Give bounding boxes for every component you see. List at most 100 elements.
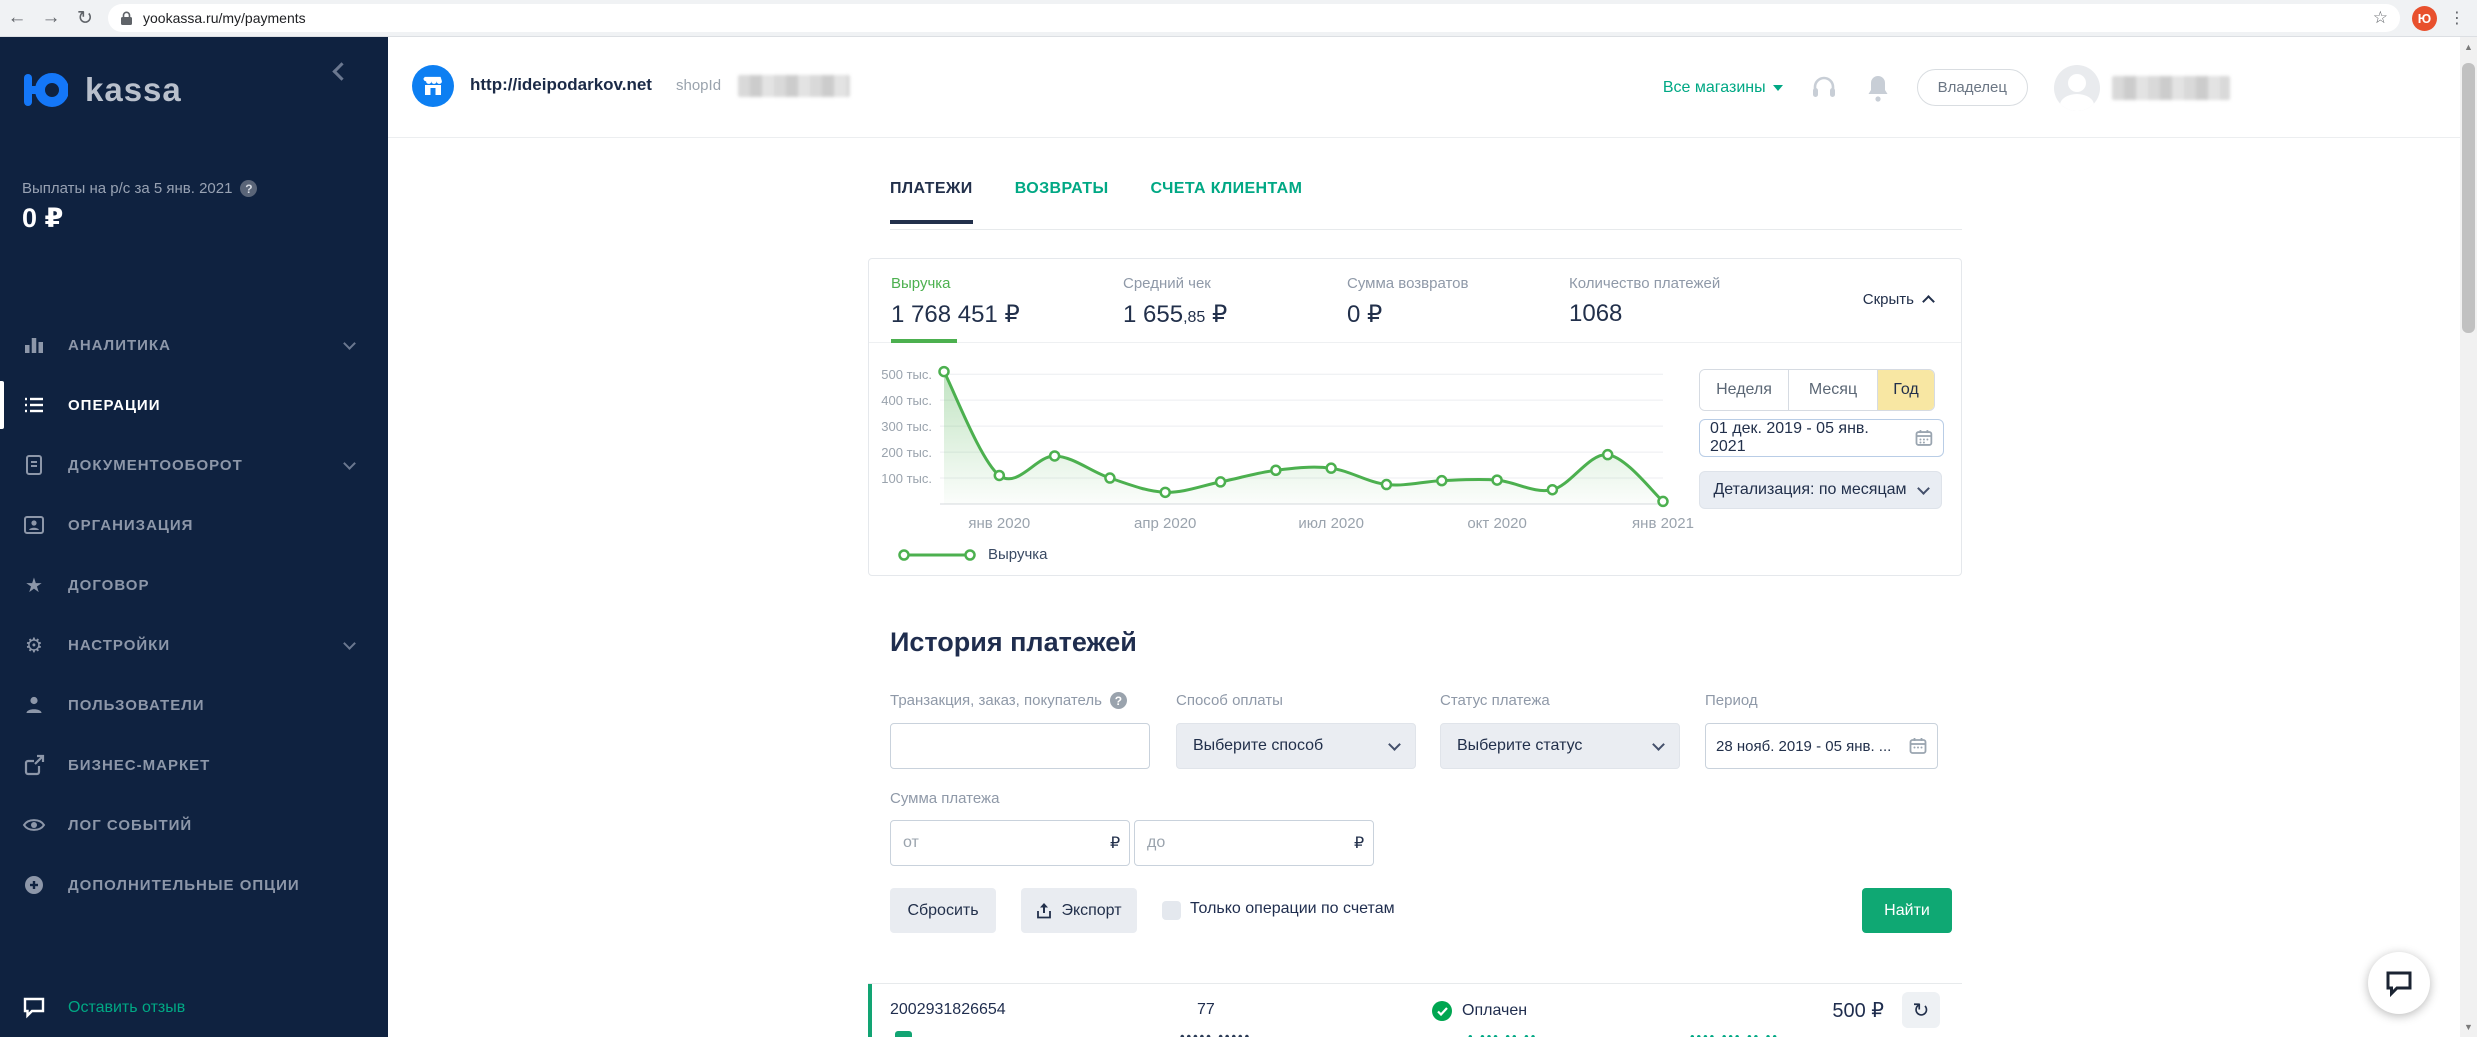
scroll-down-icon[interactable]: ▼ [2460,1022,2477,1032]
role-badge: Владелец [1916,69,2028,106]
caret-down-icon [1772,84,1783,91]
tab-payments[interactable]: ПЛАТЕЖИ [890,180,973,224]
search-input[interactable] [890,723,1150,769]
star-icon: ★ [25,574,43,597]
search-filter-label: Транзакция, заказ, покупатель ? [890,692,1127,709]
chevron-down-icon [1916,481,1930,495]
support-headset-icon[interactable] [1809,73,1839,103]
scrollbar-thumb[interactable] [2462,63,2475,333]
browser-profile-avatar[interactable]: Ю [2412,5,2437,31]
scroll-up-icon[interactable]: ▲ [2460,42,2477,52]
sidebar-item-operations[interactable]: ОПЕРАЦИИ [0,375,388,435]
hide-stats-link[interactable]: Скрыть [1863,291,1935,308]
lock-icon [121,11,132,25]
tabs-divider [890,229,1962,230]
svg-text:июл 2020: июл 2020 [1298,515,1364,532]
shop-id-label: shopId [676,77,722,94]
amount-from-box: ₽ [890,820,1130,866]
all-shops-dropdown[interactable]: Все магазины [1663,79,1783,97]
notifications-bell-icon[interactable] [1865,73,1891,103]
document-icon [26,455,42,475]
invoices-only-checkbox[interactable] [1162,901,1181,920]
gear-icon: ⚙ [25,634,43,657]
sidebar-item-market[interactable]: БИЗНЕС-МАРКЕТ [0,735,388,795]
period-input[interactable]: 28 нояб. 2019 - 05 янв. ... [1705,723,1938,769]
export-button[interactable]: Экспорт [1021,888,1137,933]
masked-id: ••••• ••••• [1180,1029,1252,1037]
status-select[interactable]: Выберите статус [1440,723,1680,769]
chat-bubble-icon [2386,971,2412,997]
sidebar-item-settings[interactable]: ⚙ НАСТРОЙКИ [0,615,388,675]
amount-to-input[interactable] [1147,834,1354,852]
storefront-icon [423,76,442,95]
tab-refunds[interactable]: ВОЗВРАТЫ [1015,180,1109,224]
svg-text:200 тыс.: 200 тыс. [881,445,932,460]
sidebar-item-users[interactable]: ПОЛЬЗОВАТЕЛИ [0,675,388,735]
export-icon [1037,902,1052,918]
payment-row-partial[interactable]: ••••• ••••• • ••• •• •• •••• ••• •• •• [868,1029,1962,1037]
history-title: История платежей [890,627,1137,657]
payment-method-icon [895,1031,912,1037]
yookassa-dashboard: ← → ↻ yookassa.ru/my/payments ☆ Ю ⋮ kass… [0,0,2477,1037]
sidebar-item-organization[interactable]: ОРГАНИЗАЦИЯ [0,495,388,555]
browser-toolbar: ← → ↻ yookassa.ru/my/payments ☆ Ю ⋮ [0,0,2477,37]
sidebar-item-eventlog[interactable]: ЛОГ СОБЫТИЙ [0,795,388,855]
user-avatar[interactable] [2054,64,2100,111]
sidebar-item-options[interactable]: ДОПОЛНИТЕЛЬНЫЕ ОПЦИИ [0,855,388,915]
user-name-censored [2112,75,2230,100]
week-button[interactable]: Неделя [1700,370,1789,410]
external-link-icon [24,754,45,776]
method-filter-label: Способ оплаты [1176,692,1283,709]
legend-line-icon [898,548,976,561]
address-bar[interactable]: yookassa.ru/my/payments ☆ [108,4,2400,32]
help-icon[interactable]: ? [1109,692,1127,709]
svg-text:янв 2021: янв 2021 [1632,515,1694,532]
sidebar-nav: АНАЛИТИКА ОПЕРАЦИИ ДОКУМЕНТООБОРОТ ОРГАН… [0,315,388,915]
shop-id-censored [738,75,850,97]
chat-widget-button[interactable] [2368,952,2430,1014]
stat-refunds: Сумма возвратов 0 ₽ [1347,275,1469,328]
list-icon [25,397,43,413]
stats-row: Выручка 1 768 451 ₽ Средний чек 1 655,85… [869,259,1961,343]
amount-from-input[interactable] [903,834,1110,852]
stat-revenue: Выручка 1 768 451 ₽ [891,275,1020,328]
period-segmented-control: Неделя Месяц Год [1699,369,1935,411]
sidebar-collapse-icon[interactable] [332,62,351,81]
sidebar: kassa Выплаты на р/с за 5 янв. 2021 ? 0 … [0,37,388,1037]
speech-bubble-icon [23,997,45,1019]
invoices-only-label: Только операции по счетам [1190,900,1395,917]
shop-url: http://ideipodarkov.net [470,75,652,94]
id-card-icon [24,516,44,534]
eye-icon [22,819,46,831]
refund-button[interactable]: ↺ [1902,992,1940,1028]
period-filter-label: Период [1705,692,1758,709]
sidebar-item-analytics[interactable]: АНАЛИТИКА [0,315,388,375]
header-actions: Все магазины Владелец [1663,37,2230,138]
browser-menu-icon[interactable]: ⋮ [2449,8,2465,28]
reset-button[interactable]: Сбросить [890,888,996,933]
sidebar-item-contract[interactable]: ★ ДОГОВОР [0,555,388,615]
back-icon[interactable]: ← [0,7,34,29]
payment-order: 77 [1197,1001,1215,1018]
svg-text:янв 2020: янв 2020 [968,515,1030,532]
month-button[interactable]: Месяц [1789,370,1878,410]
leave-feedback-link[interactable]: Оставить отзыв [22,997,185,1019]
revenue-chart: 100 тыс. 200 тыс. 300 тыс. 400 тыс. 500 тыс.… [881,365,1694,532]
tab-invoices[interactable]: СЧЕТА КЛИЕНТАМ [1151,180,1303,224]
year-button[interactable]: Год [1878,370,1934,410]
forward-icon[interactable]: → [34,7,68,29]
page-scrollbar[interactable]: ▲ ▼ [2460,37,2477,1037]
bar-chart-icon [25,338,43,353]
svg-text:500 тыс.: 500 тыс. [881,367,932,382]
reload-icon[interactable]: ↻ [68,7,102,30]
method-select[interactable]: Выберите способ [1176,723,1416,769]
sidebar-item-documents[interactable]: ДОКУМЕНТООБОРОТ [0,435,388,495]
logo-text: kassa [85,71,182,108]
search-submit-button[interactable]: Найти [1862,888,1952,933]
help-icon[interactable]: ? [240,180,258,197]
chart-date-range-input[interactable]: 01 дек. 2019 - 05 янв. 2021 [1699,419,1944,457]
detail-dropdown[interactable]: Детализация: по месяцам [1699,471,1942,509]
bookmark-star-icon[interactable]: ☆ [2373,8,2388,28]
yookassa-logo[interactable]: kassa [22,70,182,110]
payment-amount: 500 ₽ [1832,1000,1884,1022]
